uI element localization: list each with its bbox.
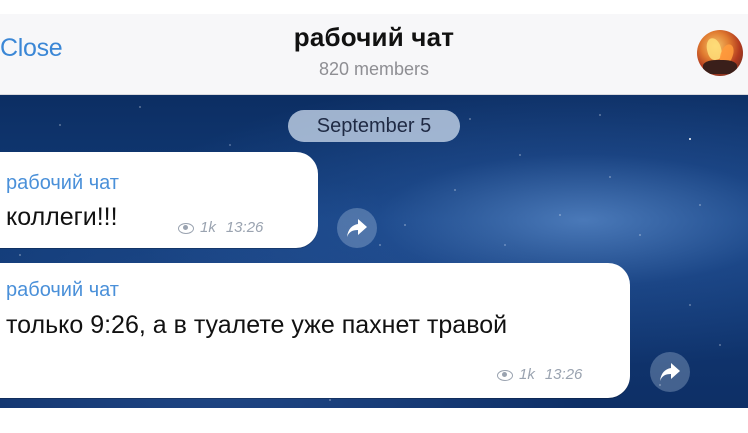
members-count: 820 members [318, 59, 430, 79]
message-bubble[interactable]: рабочий чат коллеги!!! 1k 13:26 [0, 152, 318, 248]
message-sender[interactable]: рабочий чат [6, 172, 119, 195]
message-meta: 1k 13:26 [178, 219, 263, 236]
message-text: коллеги!!! [6, 203, 118, 231]
chat-title: рабочий чат [293, 22, 455, 52]
share-icon [660, 363, 680, 381]
view-count: 1k [519, 366, 535, 383]
chat-title-block[interactable]: рабочий чат 820 members [0, 22, 748, 80]
top-band [0, 0, 748, 14]
message-meta: 1k 13:26 [497, 366, 582, 383]
message-bubble[interactable]: рабочий чат только 9:26, а в туалете уже… [0, 263, 630, 398]
message-text: только 9:26, а в туалете уже пахнет трав… [6, 311, 508, 339]
share-button[interactable] [337, 208, 377, 248]
message-time: 13:26 [544, 366, 583, 383]
avatar-figure [703, 60, 737, 74]
eye-icon [178, 222, 194, 234]
message-time: 13:26 [225, 219, 264, 236]
share-button[interactable] [650, 352, 690, 392]
bottom-band [0, 408, 748, 433]
message-sender[interactable]: рабочий чат [6, 279, 119, 302]
chat-header: Close рабочий чат 820 members [0, 14, 748, 95]
chat-avatar[interactable] [697, 30, 743, 76]
view-count: 1k [200, 219, 216, 236]
eye-icon [497, 369, 513, 381]
chat-area[interactable]: September 5 рабочий чат коллеги!!! 1k 13:… [0, 95, 748, 408]
share-icon [347, 219, 367, 237]
date-separator: September 5 [288, 110, 460, 142]
